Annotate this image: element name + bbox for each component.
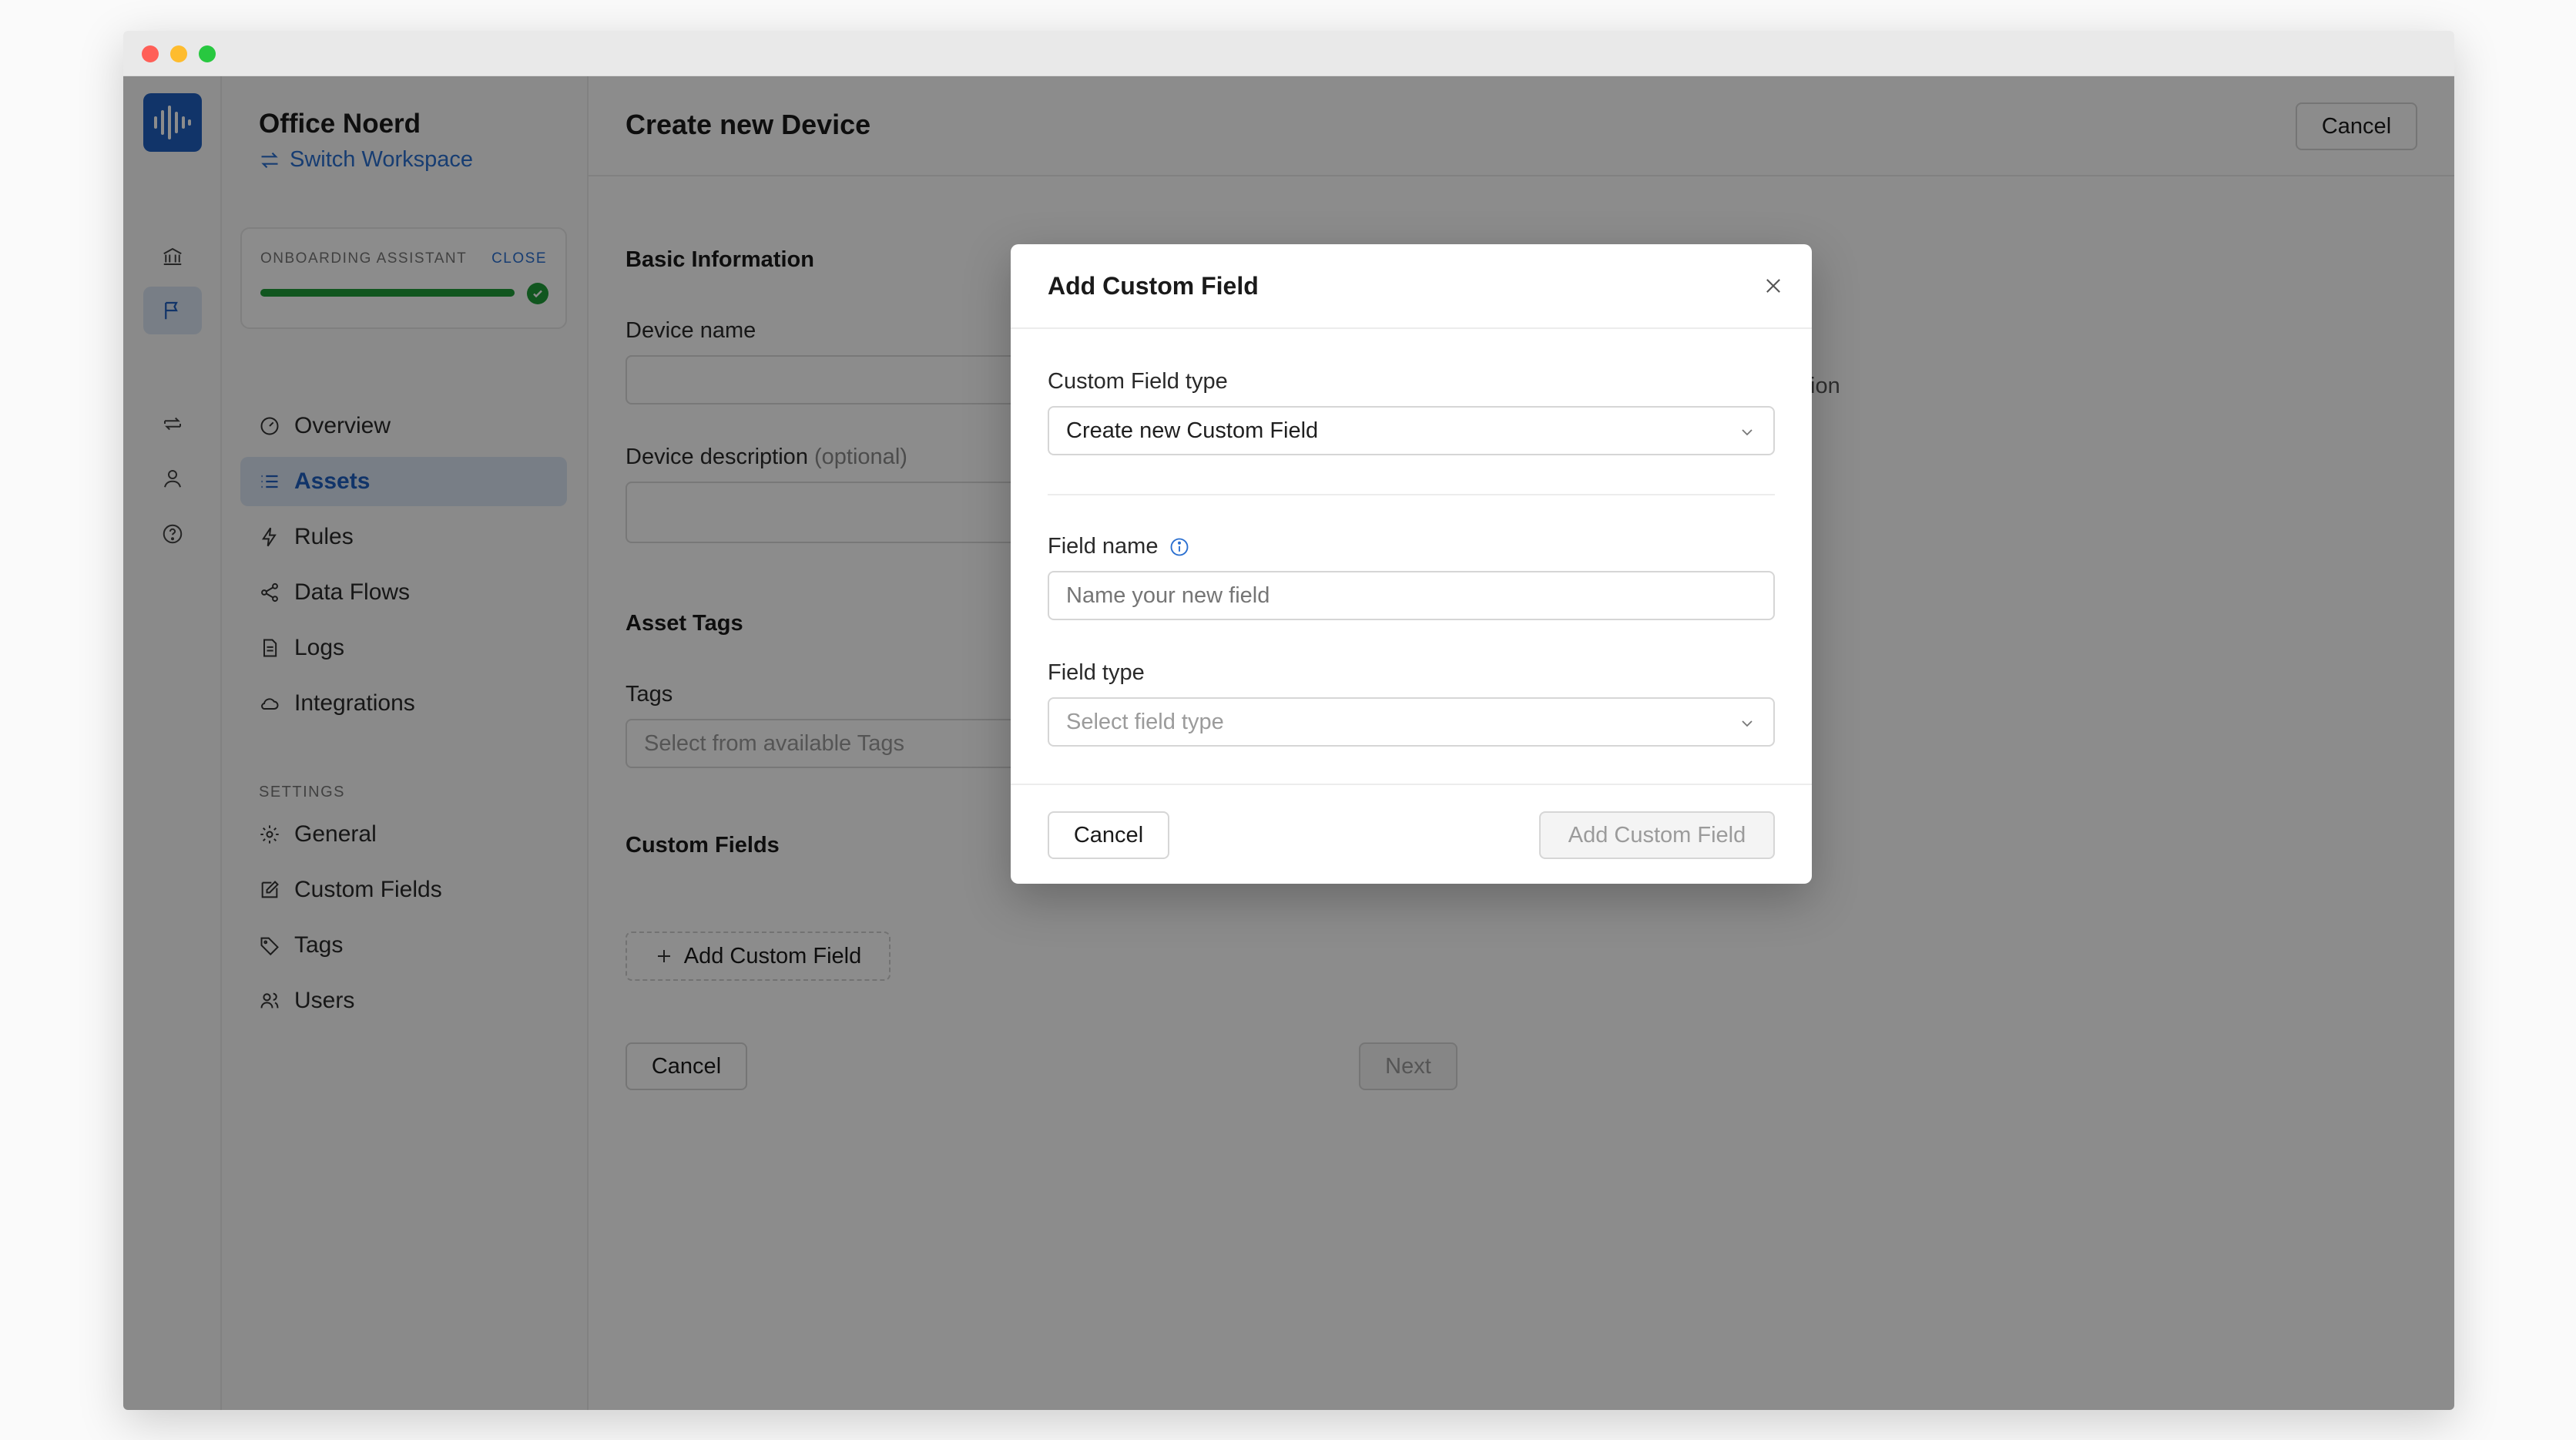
modal-add-custom-field-button[interactable]: Add Custom Field: [1539, 811, 1775, 859]
chevron-down-icon: [1742, 720, 1753, 727]
field-name-label: Field name: [1048, 534, 1190, 559]
app-window: Office Noerd Switch Workspace ONBOARDING…: [123, 31, 2454, 1410]
field-type-label: Field type: [1048, 660, 1145, 685]
close-icon: [1766, 279, 1780, 293]
maximize-window-button[interactable]: [199, 45, 216, 62]
window-titlebar: [123, 31, 2454, 76]
modal-footer-divider: [1011, 784, 1812, 785]
close-window-button[interactable]: [142, 45, 159, 62]
field-name-label-text: Field name: [1048, 534, 1159, 559]
app-body: Office Noerd Switch Workspace ONBOARDING…: [123, 76, 2454, 1410]
chevron-down-icon: [1742, 429, 1753, 436]
field-type-placeholder: Select field type: [1066, 709, 1224, 734]
minimize-window-button[interactable]: [170, 45, 187, 62]
modal-divider: [1048, 494, 1775, 495]
custom-field-type-label: Custom Field type: [1048, 369, 1228, 394]
field-name-input[interactable]: [1048, 571, 1775, 620]
custom-field-type-value: Create new Custom Field: [1066, 418, 1319, 443]
info-icon[interactable]: [1169, 536, 1190, 558]
field-type-select[interactable]: Select field type: [1048, 697, 1775, 747]
modal-close-button[interactable]: [1758, 270, 1789, 301]
add-custom-field-modal: Add Custom Field Custom Field type Creat…: [1011, 244, 1812, 884]
custom-field-type-select[interactable]: Create new Custom Field: [1048, 406, 1775, 455]
modal-header: Add Custom Field: [1011, 244, 1812, 329]
modal-title: Add Custom Field: [1048, 272, 1259, 300]
modal-cancel-button[interactable]: Cancel: [1048, 811, 1169, 859]
